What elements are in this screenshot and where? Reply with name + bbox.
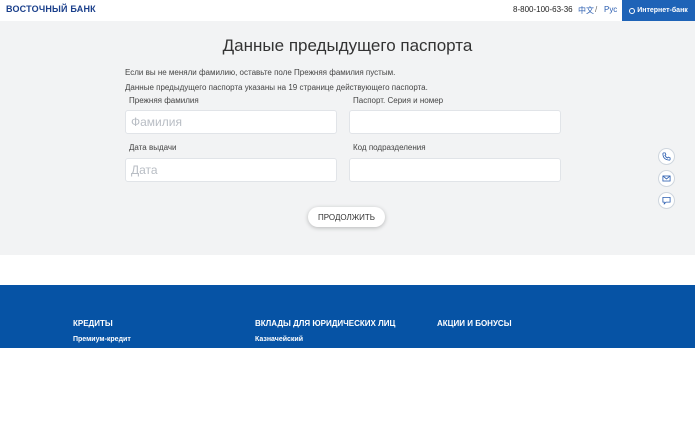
issue-date-label: Дата выдачи	[129, 143, 177, 152]
internet-bank-label: Интернет-банк	[637, 7, 688, 14]
footer-title-credits[interactable]: КРЕДИТЫ	[73, 319, 113, 328]
footer-link-premium-credit[interactable]: Премиум-кредит	[73, 336, 131, 343]
site-footer: КРЕДИТЫ Премиум-кредит ВКЛАДЫ ДЛЯ ЮРИДИЧ…	[0, 285, 695, 348]
call-button[interactable]	[658, 148, 675, 165]
issue-date-input[interactable]	[125, 158, 337, 182]
chat-icon	[662, 196, 671, 205]
footer-title-promotions[interactable]: АКЦИИ И БОНУСЫ	[437, 319, 512, 328]
internet-bank-button[interactable]: Интернет-банк	[622, 0, 695, 21]
chat-button[interactable]	[658, 192, 675, 209]
phone-number[interactable]: 8-800-100-63-36	[513, 5, 573, 14]
lang-separator: /	[595, 5, 598, 14]
footer-link-treasury[interactable]: Казначейский	[255, 336, 303, 343]
mail-icon	[662, 175, 671, 182]
form-note-surname: Если вы не меняли фамилию, оставьте поле…	[125, 68, 396, 77]
passport-series-label: Паспорт. Серия и номер	[353, 96, 444, 105]
passport-series-input[interactable]	[349, 110, 561, 134]
mail-button[interactable]	[658, 170, 675, 187]
division-code-label: Код подразделения	[353, 143, 426, 152]
lang-russian-link[interactable]: Рус	[604, 5, 617, 14]
top-header: ВОСТОЧНЫЙ БАНК 8-800-100-63-36 中文 / Рус …	[0, 0, 700, 21]
bank-logo[interactable]: ВОСТОЧНЫЙ БАНК	[6, 4, 96, 14]
page-title: Данные предыдущего паспорта	[222, 36, 473, 55]
phone-icon	[662, 152, 671, 161]
lang-chinese-link[interactable]: 中文	[578, 5, 594, 16]
division-code-input[interactable]	[349, 158, 561, 182]
previous-surname-input[interactable]	[125, 110, 337, 134]
footer-title-deposits[interactable]: ВКЛАДЫ ДЛЯ ЮРИДИЧЕСКИХ ЛИЦ	[255, 319, 395, 328]
logo-text: ВОСТОЧНЫЙ БАНК	[6, 4, 96, 14]
continue-button[interactable]: ПРОДОЛЖИТЬ	[308, 207, 385, 227]
passport-form-section: Данные предыдущего паспорта Если вы не м…	[0, 21, 695, 255]
form-note-page: Данные предыдущего паспорта указаны на 1…	[125, 83, 428, 92]
previous-surname-label: Прежняя фамилия	[129, 96, 199, 105]
globe-icon	[629, 7, 636, 14]
